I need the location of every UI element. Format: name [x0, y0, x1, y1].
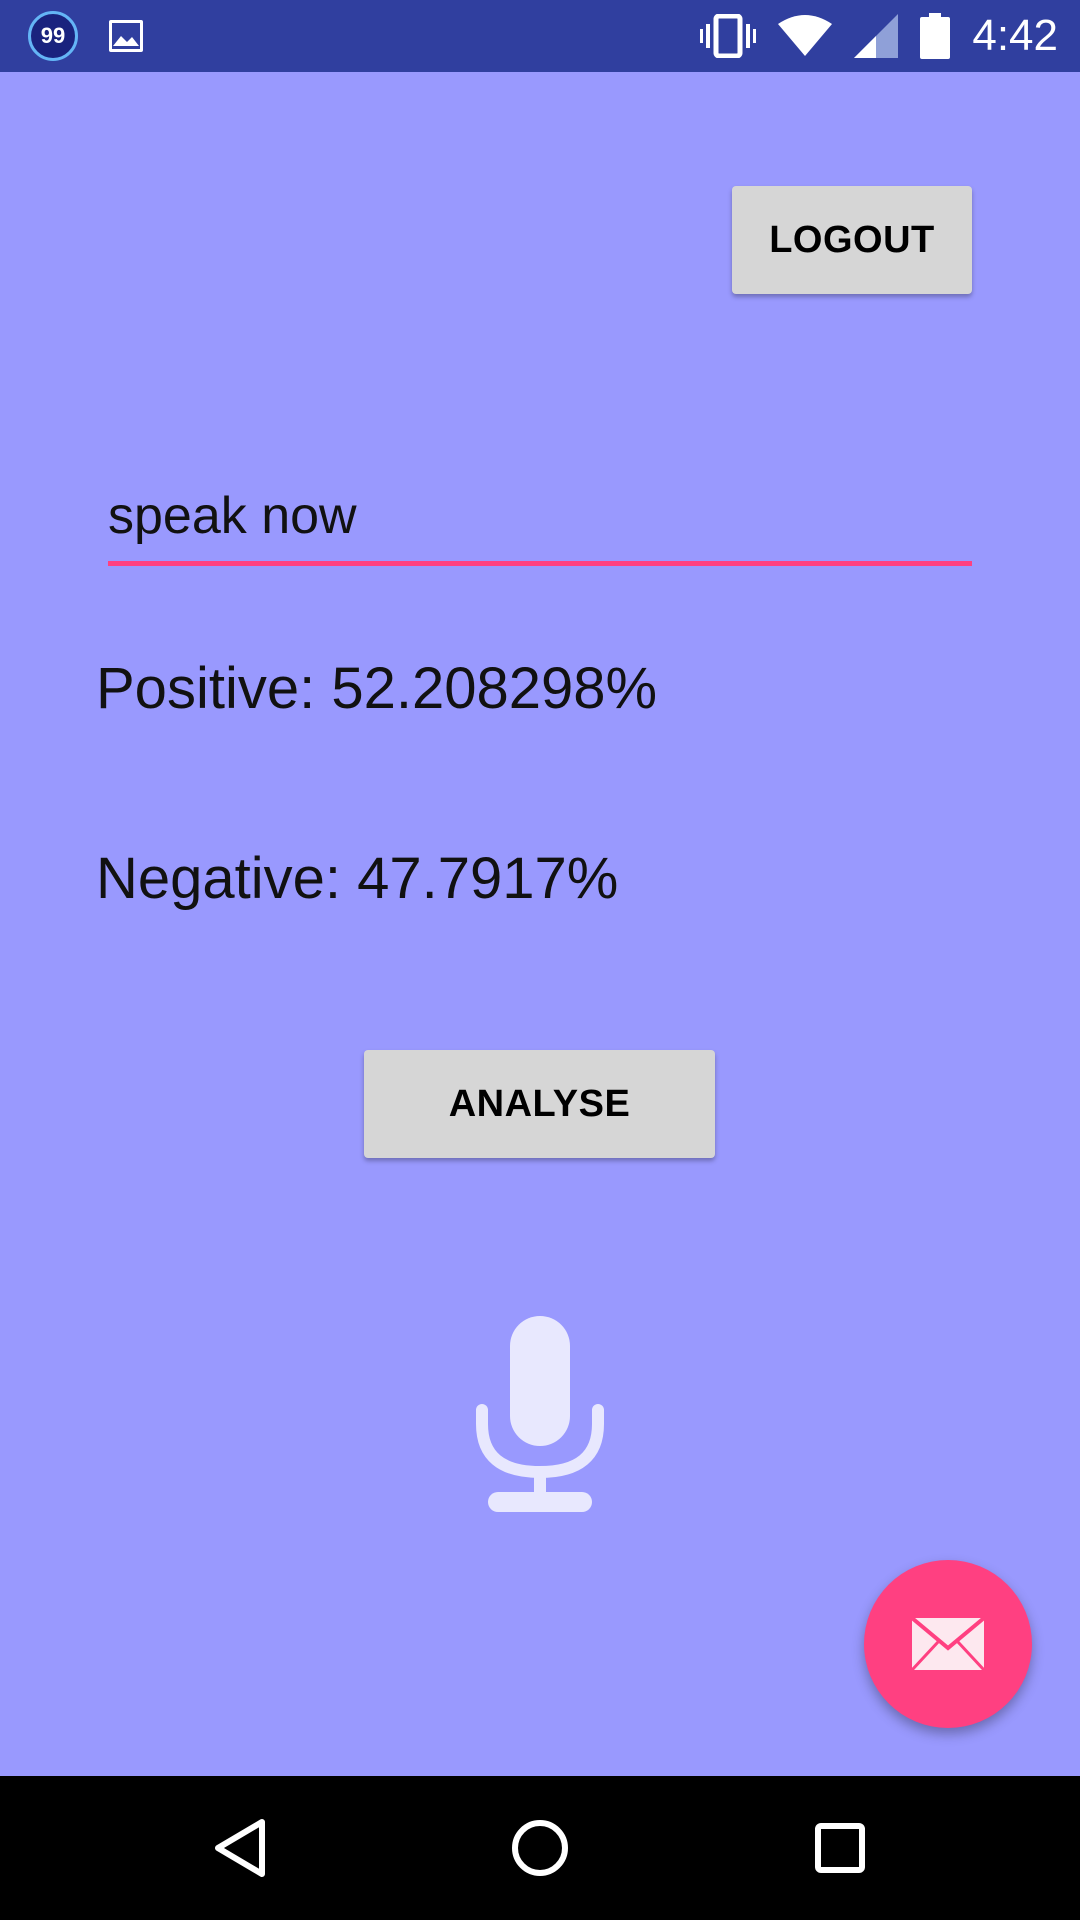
- back-button[interactable]: [160, 1776, 320, 1920]
- vibrate-icon: [700, 14, 757, 58]
- mail-fab-button[interactable]: [864, 1560, 1032, 1728]
- status-clock: 4:42: [972, 11, 1058, 60]
- microphone-icon[interactable]: [474, 1312, 606, 1516]
- battery-icon: [920, 13, 951, 59]
- status-bar-left: 99: [28, 11, 146, 61]
- status-bar-right: 4:42: [700, 0, 1058, 72]
- positive-result: Positive: 52.208298%: [96, 656, 658, 721]
- back-icon: [215, 1819, 265, 1877]
- analyse-button[interactable]: ANALYSE: [364, 1050, 715, 1158]
- recents-icon: [815, 1823, 865, 1873]
- notification-count-badge: 99: [28, 11, 78, 61]
- negative-result: Negative: 47.7917%: [96, 846, 619, 911]
- recents-button[interactable]: [760, 1776, 920, 1920]
- navigation-bar: [0, 1776, 1080, 1920]
- mail-icon: [910, 1616, 986, 1672]
- speech-input[interactable]: [108, 470, 972, 566]
- image-icon: [109, 20, 143, 52]
- wifi-icon: [778, 14, 833, 58]
- home-icon: [512, 1820, 568, 1876]
- cell-signal-icon: [854, 14, 899, 58]
- home-button[interactable]: [460, 1776, 620, 1920]
- status-bar: 99 4:42: [0, 0, 1080, 72]
- logout-button[interactable]: LOGOUT: [732, 186, 972, 294]
